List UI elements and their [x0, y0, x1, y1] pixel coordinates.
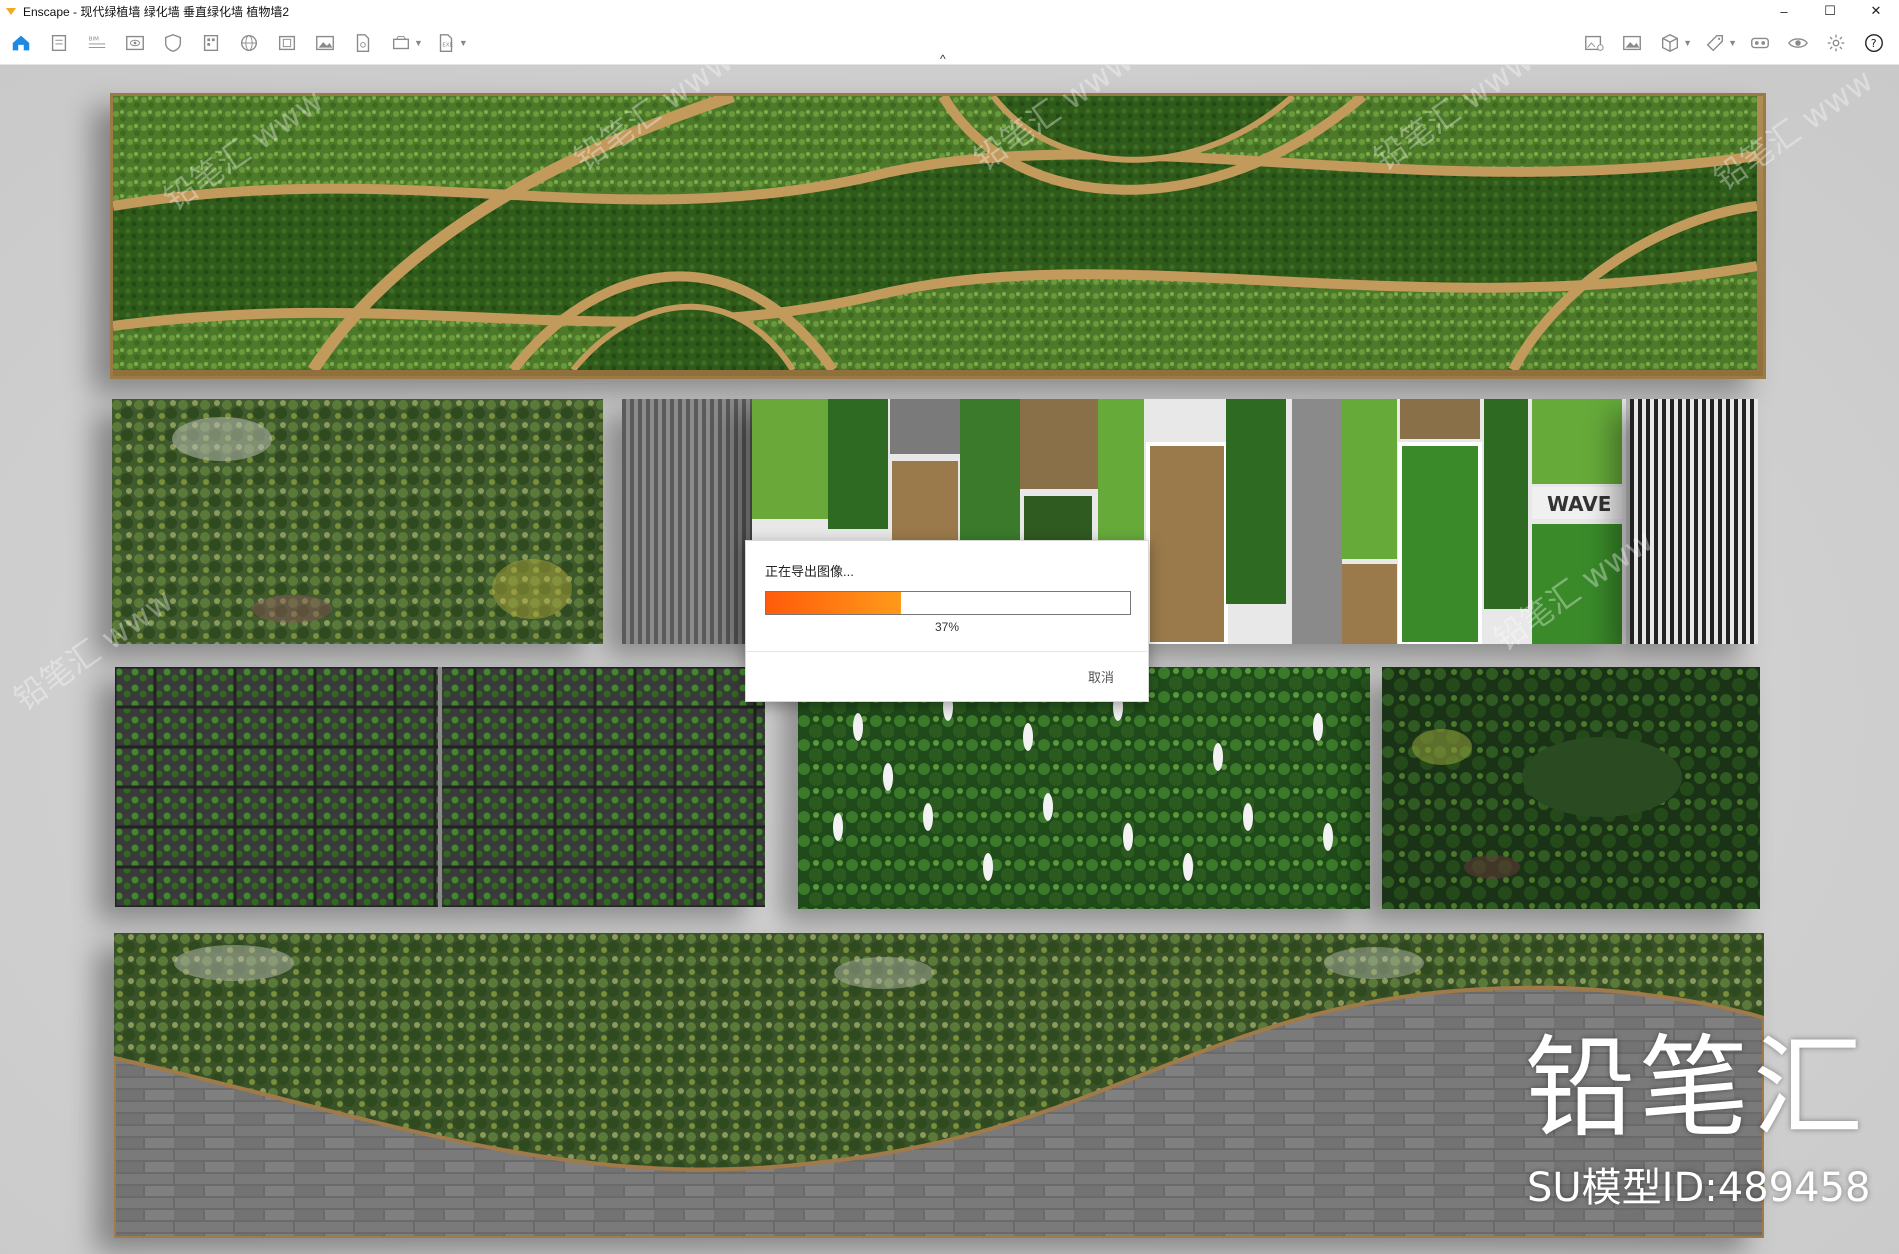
maximize-button[interactable]: ☐: [1807, 0, 1853, 22]
cube-icon[interactable]: [1657, 30, 1683, 56]
toolbar: BIM ▼ EXE ▼ ^ ▼ ▼ ?: [0, 22, 1899, 66]
dialog-divider: [746, 651, 1148, 652]
export-progress-bar: [765, 591, 1131, 615]
natural-plant-wall: [112, 399, 603, 644]
window-title: Enscape - 现代绿植墙 绿化墙 垂直绿化墙 植物墙2: [23, 4, 290, 19]
brand-logo-text: 铅笔汇: [1525, 1024, 1867, 1152]
orchid-plant-wall: [798, 667, 1370, 909]
wave-green-wall: [110, 90, 1766, 379]
cancel-button[interactable]: 取消: [1088, 667, 1114, 686]
svg-text:BIM: BIM: [89, 36, 99, 42]
toolbar-right-group: ▼ ▼ ?: [1575, 22, 1893, 64]
metal-slat-panel: [622, 399, 760, 644]
export-progress-dialog: 正在导出图像... 37% 取消: [745, 540, 1149, 702]
image-add-icon[interactable]: [1581, 30, 1607, 56]
enscape-logo-icon: [6, 8, 16, 15]
window-controls: – ☐ ✕: [1761, 0, 1899, 22]
building-icon[interactable]: [198, 30, 224, 56]
progress-percent: 37%: [934, 620, 960, 634]
trellis-artwork: [115, 667, 765, 907]
chevron-down-icon[interactable]: ▼: [1683, 38, 1692, 48]
frame-icon[interactable]: [274, 30, 300, 56]
collapse-toolbar-icon[interactable]: ^: [940, 52, 946, 66]
trellis-vine-wall: [115, 667, 765, 907]
gallery-icon[interactable]: [1619, 30, 1645, 56]
image-icon[interactable]: [312, 30, 338, 56]
minimize-button[interactable]: –: [1761, 0, 1807, 22]
bim-icon[interactable]: BIM: [84, 30, 110, 56]
wave-sign-label: WAVE: [1547, 492, 1611, 516]
settings-icon[interactable]: [1823, 30, 1849, 56]
dark-tropical-wall: [1382, 667, 1760, 909]
title-bar: Enscape - 现代绿植墙 绿化墙 垂直绿化墙 植物墙2 – ☐ ✕: [0, 0, 1899, 22]
tag-icon[interactable]: [1702, 30, 1728, 56]
vr-icon[interactable]: [1747, 30, 1773, 56]
shield-icon[interactable]: [160, 30, 186, 56]
svg-text:EXE: EXE: [442, 43, 453, 49]
striped-slat-panel: [1630, 399, 1758, 644]
wave-wall-artwork: [112, 90, 1758, 374]
toolbar-left-group: BIM ▼ EXE ▼: [2, 22, 472, 64]
model-id-text: SU模型ID:489458: [1527, 1165, 1871, 1211]
help-icon[interactable]: ?: [1861, 30, 1887, 56]
dark-tropical-artwork: [1382, 667, 1760, 909]
progress-fill: [766, 592, 901, 614]
document-icon[interactable]: [46, 30, 72, 56]
close-button[interactable]: ✕: [1853, 0, 1899, 22]
chevron-down-icon[interactable]: ▼: [414, 38, 423, 48]
dialog-title: 正在导出图像...: [765, 564, 854, 579]
export-icon[interactable]: EXE: [433, 30, 459, 56]
eye-box-icon[interactable]: [122, 30, 148, 56]
chevron-down-icon[interactable]: ▼: [1728, 38, 1737, 48]
stone-plant-artwork: [112, 933, 1766, 1240]
chevron-down-icon[interactable]: ▼: [459, 38, 468, 48]
home-icon[interactable]: [8, 30, 34, 56]
file-image-icon[interactable]: [350, 30, 376, 56]
visibility-icon[interactable]: [1785, 30, 1811, 56]
natural-plant-artwork: [112, 399, 603, 644]
globe-icon[interactable]: [236, 30, 262, 56]
svg-text:?: ?: [1871, 37, 1877, 50]
batch-icon[interactable]: [388, 30, 414, 56]
orchid-artwork: [798, 667, 1370, 909]
stone-and-plant-wall: [112, 933, 1766, 1240]
